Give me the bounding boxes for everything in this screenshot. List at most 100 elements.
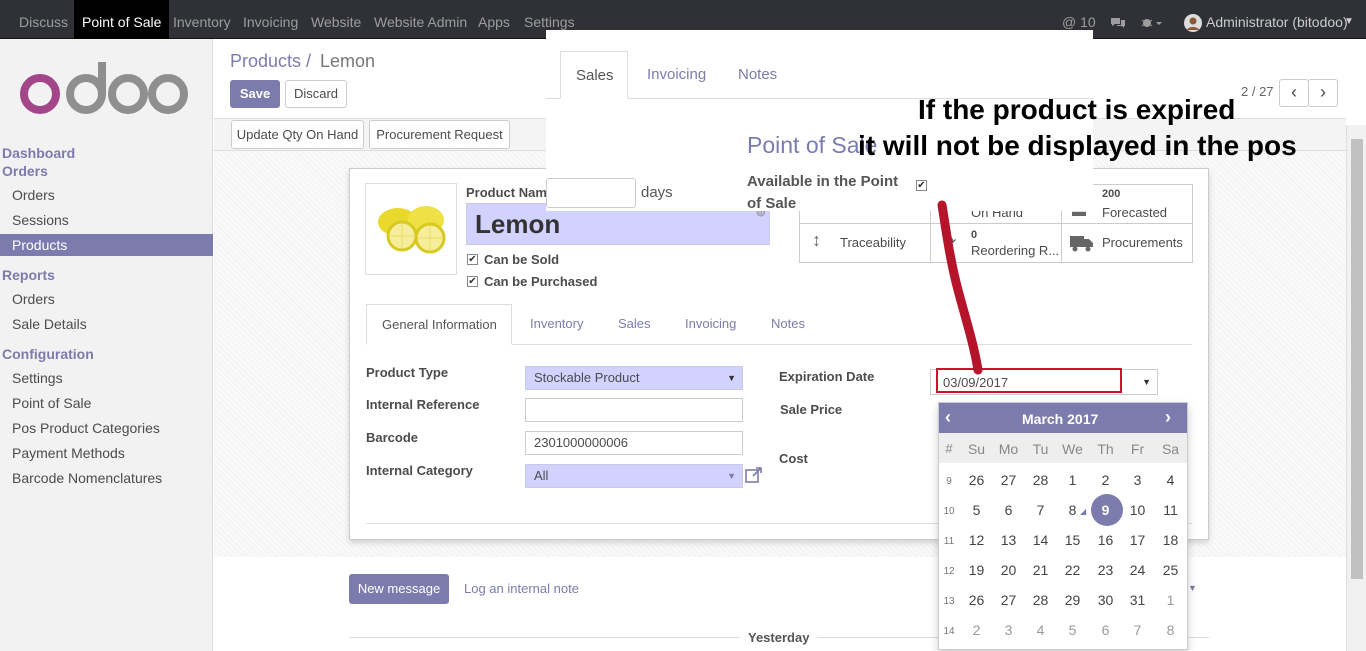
sidebar-item-barcode-nomenclatures[interactable]: Barcode Nomenclatures — [12, 470, 162, 486]
days-input[interactable] — [546, 178, 636, 208]
discard-button[interactable]: Discard — [285, 80, 347, 108]
can-be-sold-checkbox[interactable]: ✔ — [467, 254, 478, 265]
log-note-link[interactable]: Log an internal note — [464, 581, 579, 596]
sidebar-item-settings[interactable]: Settings — [12, 370, 63, 386]
procurements-button[interactable]: Procurements — [1061, 223, 1193, 263]
traceability-button[interactable]: ↕ Traceability — [799, 223, 931, 263]
sidebar-dashboard[interactable]: Dashboard — [2, 145, 75, 161]
caret-down-icon[interactable]: ▼ — [1188, 583, 1197, 593]
menu-point-of-sale[interactable]: Point of Sale — [74, 0, 170, 39]
bug-icon[interactable] — [1140, 0, 1162, 39]
calendar-day[interactable]: 21 — [1025, 562, 1056, 578]
odoo-logo[interactable] — [18, 58, 188, 121]
menu-apps[interactable]: Apps — [478, 0, 510, 39]
sidebar-item-pos-categories[interactable]: Pos Product Categories — [12, 420, 160, 436]
menu-inventory[interactable]: Inventory — [173, 0, 231, 39]
calendar-day[interactable]: 31 — [1122, 592, 1153, 608]
external-link-icon[interactable] — [745, 466, 763, 487]
calendar-day[interactable]: 19 — [961, 562, 992, 578]
sidebar-item-sale-details[interactable]: Sale Details — [12, 316, 87, 332]
product-type-select[interactable]: Stockable Product ▼ — [525, 366, 743, 390]
calendar-day[interactable]: 26 — [961, 592, 992, 608]
save-button[interactable]: Save — [230, 80, 280, 108]
calendar-day[interactable]: 7 — [1025, 502, 1056, 518]
calendar-day[interactable]: 5 — [961, 502, 992, 518]
popup-tab-invoicing[interactable]: Invoicing — [647, 66, 706, 83]
calendar-day[interactable]: 28 — [1025, 592, 1056, 608]
calendar-day[interactable]: 27 — [993, 472, 1024, 488]
can-be-purchased-checkbox[interactable]: ✔ — [467, 276, 478, 287]
user-avatar[interactable] — [1184, 0, 1202, 39]
procurement-request-button[interactable]: Procurement Request — [369, 120, 510, 149]
calendar-day[interactable]: 14 — [1025, 532, 1056, 548]
calendar-day[interactable]: 11 — [1155, 502, 1186, 518]
sidebar-item-report-orders[interactable]: Orders — [12, 291, 55, 307]
calendar-day[interactable]: 13 — [993, 532, 1024, 548]
tab-inventory[interactable]: Inventory — [530, 316, 583, 331]
sidebar-item-payment-methods[interactable]: Payment Methods — [12, 445, 125, 461]
menu-website[interactable]: Website — [311, 0, 361, 39]
internal-category-select[interactable]: All ▼ — [525, 464, 743, 488]
calendar-day[interactable]: 1 — [1155, 592, 1186, 608]
calendar-day[interactable]: 25 — [1155, 562, 1186, 578]
product-image[interactable] — [365, 183, 457, 275]
calendar-day[interactable]: 15 — [1057, 532, 1088, 548]
scrollbar-thumb[interactable] — [1351, 139, 1363, 579]
calendar-day[interactable]: 20 — [993, 562, 1024, 578]
calendar-day[interactable]: 6 — [1090, 622, 1121, 638]
calendar-day[interactable]: 26 — [961, 472, 992, 488]
calendar-day[interactable]: 22 — [1057, 562, 1088, 578]
popup-tab-notes[interactable]: Notes — [738, 66, 777, 83]
calendar-day[interactable]: 6 — [993, 502, 1024, 518]
calendar-day[interactable]: 29 — [1057, 592, 1088, 608]
calendar-day[interactable]: 30 — [1090, 592, 1121, 608]
popup-tab-sales[interactable]: Sales — [560, 51, 628, 99]
chevron-down-icon[interactable]: ▼ — [1344, 0, 1354, 39]
calendar-day[interactable]: 3 — [993, 622, 1024, 638]
internal-reference-input[interactable] — [525, 398, 743, 422]
update-qty-button[interactable]: Update Qty On Hand — [231, 120, 364, 149]
scrollbar[interactable] — [1346, 125, 1366, 651]
available-in-pos-checkbox[interactable]: ✔ — [916, 180, 927, 191]
calendar-day[interactable]: 16 — [1090, 532, 1121, 548]
calendar-day[interactable]: 27 — [993, 592, 1024, 608]
calendar-day[interactable]: 18 — [1155, 532, 1186, 548]
barcode-input[interactable]: 2301000000006 — [525, 431, 743, 455]
pager-next-button[interactable]: › — [1308, 79, 1338, 107]
menu-website-admin[interactable]: Website Admin — [374, 0, 467, 39]
calendar-day[interactable]: 10 — [1122, 502, 1153, 518]
pager-prev-button[interactable]: ‹ — [1279, 79, 1309, 107]
calendar-day[interactable]: 28 — [1025, 472, 1056, 488]
prev-month-button[interactable]: ‹ — [945, 407, 951, 428]
tab-sales[interactable]: Sales — [618, 316, 651, 331]
next-month-button[interactable]: › — [1165, 407, 1171, 428]
calendar-day[interactable]: 8 — [1155, 622, 1186, 638]
calendar-day[interactable]: 4 — [1025, 622, 1056, 638]
new-message-button[interactable]: New message — [349, 574, 449, 604]
calendar-day[interactable]: 2 — [1090, 472, 1121, 488]
calendar-day[interactable]: 3 — [1122, 472, 1153, 488]
tab-invoicing[interactable]: Invoicing — [685, 316, 736, 331]
menu-discuss[interactable]: Discuss — [19, 0, 68, 39]
calendar-day[interactable]: 1 — [1057, 472, 1088, 488]
user-menu[interactable]: Administrator (bitodoo) — [1206, 0, 1348, 39]
sidebar-item-point-of-sale[interactable]: Point of Sale — [12, 395, 91, 411]
calendar-day[interactable]: 12 — [961, 532, 992, 548]
breadcrumb-parent[interactable]: Products / — [230, 51, 311, 72]
calendar-day-selected[interactable]: 9 — [1090, 502, 1121, 518]
calendar-day[interactable]: 7 — [1122, 622, 1153, 638]
sidebar-item-sessions[interactable]: Sessions — [12, 212, 69, 228]
month-title[interactable]: March 2017 — [1022, 411, 1098, 427]
chat-icon[interactable] — [1110, 0, 1126, 39]
sidebar-item-orders[interactable]: Orders — [12, 187, 55, 203]
menu-invoicing[interactable]: Invoicing — [243, 0, 298, 39]
calendar-day[interactable]: 24 — [1122, 562, 1153, 578]
tab-notes[interactable]: Notes — [771, 316, 805, 331]
calendar-day[interactable]: 4 — [1155, 472, 1186, 488]
calendar-day[interactable]: 2 — [961, 622, 992, 638]
calendar-day[interactable]: 17 — [1122, 532, 1153, 548]
calendar-day[interactable]: 23 — [1090, 562, 1121, 578]
sidebar-item-products[interactable]: Products — [0, 234, 213, 256]
calendar-day[interactable]: 5 — [1057, 622, 1088, 638]
tab-general-information[interactable]: General Information — [366, 304, 512, 345]
